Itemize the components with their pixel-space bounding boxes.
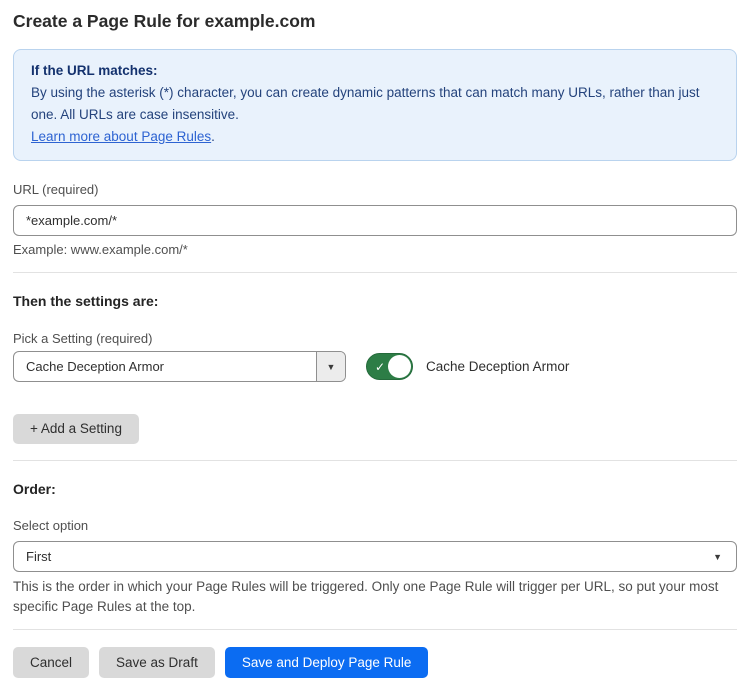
divider	[13, 629, 737, 630]
url-input[interactable]	[13, 205, 737, 236]
setting-select-value: Cache Deception Armor	[14, 352, 316, 381]
toggle-label: Cache Deception Armor	[426, 359, 569, 374]
cancel-button[interactable]: Cancel	[13, 647, 89, 678]
divider	[13, 460, 737, 461]
learn-more-link[interactable]: Learn more about Page Rules	[31, 129, 211, 144]
cache-deception-armor-toggle[interactable]: ✓	[366, 353, 413, 380]
order-select[interactable]: First ▼	[13, 541, 737, 572]
save-as-draft-button[interactable]: Save as Draft	[99, 647, 215, 678]
info-box-body: By using the asterisk (*) character, you…	[31, 82, 719, 126]
link-suffix: .	[211, 129, 215, 144]
order-section-heading: Order:	[13, 481, 737, 497]
info-box-link-line: Learn more about Page Rules.	[31, 126, 719, 148]
form-actions: Cancel Save as Draft Save and Deploy Pag…	[13, 647, 737, 678]
url-field-label: URL (required)	[13, 182, 737, 198]
url-example-text: Example: www.example.com/*	[13, 242, 737, 258]
order-select-label: Select option	[13, 518, 737, 534]
page-rule-form: Create a Page Rule for example.com If th…	[0, 9, 750, 678]
url-match-info-box: If the URL matches: By using the asteris…	[13, 49, 737, 161]
setting-select[interactable]: Cache Deception Armor ▼	[13, 351, 346, 382]
order-help-text: This is the order in which your Page Rul…	[13, 577, 737, 617]
settings-section-heading: Then the settings are:	[13, 293, 737, 309]
order-select-value: First	[26, 549, 713, 564]
add-setting-button[interactable]: + Add a Setting	[13, 414, 139, 444]
toggle-knob	[388, 355, 411, 378]
chevron-down-icon: ▼	[327, 362, 336, 372]
check-icon: ✓	[375, 361, 385, 373]
page-title: Create a Page Rule for example.com	[13, 9, 737, 33]
divider	[13, 272, 737, 273]
setting-picker-label: Pick a Setting (required)	[13, 331, 737, 347]
setting-select-arrow-button[interactable]: ▼	[316, 352, 345, 381]
save-and-deploy-button[interactable]: Save and Deploy Page Rule	[225, 647, 429, 678]
info-box-heading: If the URL matches:	[31, 60, 719, 82]
setting-row: Cache Deception Armor ▼ ✓ Cache Deceptio…	[13, 351, 737, 382]
chevron-down-icon: ▼	[713, 552, 722, 562]
